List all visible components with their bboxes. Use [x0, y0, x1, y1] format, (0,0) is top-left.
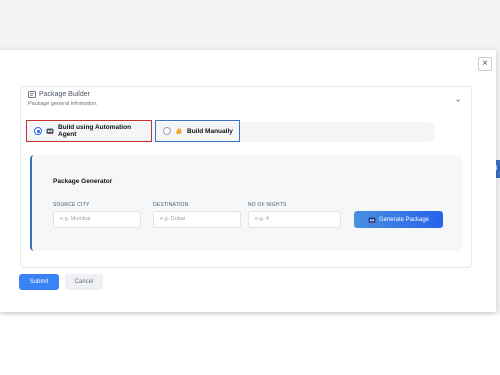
automation-label: Build using Automation Agent — [58, 124, 132, 138]
chevron-down-icon[interactable]: › — [454, 99, 463, 102]
document-icon — [28, 91, 36, 98]
manual-radio[interactable] — [163, 127, 171, 135]
build-automation-option[interactable]: Build using Automation Agent — [26, 120, 152, 142]
generate-package-label: Generate Package — [378, 216, 430, 223]
screen: N × Package Builder Package general info… — [0, 0, 500, 375]
package-builder-card: Package Builder Package general infomati… — [20, 86, 472, 268]
automation-radio[interactable] — [34, 127, 42, 135]
robot-icon — [46, 128, 54, 134]
source-city-input[interactable]: e.g. Mumbai — [53, 211, 141, 228]
builder-title: Package Builder — [39, 91, 90, 98]
manual-label: Build Manually — [187, 127, 233, 135]
hand-icon — [176, 128, 182, 134]
robot-icon — [368, 217, 376, 223]
cancel-button[interactable]: Cancel — [65, 274, 103, 290]
build-manual-option[interactable]: Build Manually — [155, 120, 240, 142]
card-header: Package Builder Package general infomati… — [28, 91, 98, 107]
close-button[interactable]: × — [478, 57, 492, 71]
nights-input[interactable]: e.g. 4 — [248, 211, 341, 228]
destination-label: DESTINATION — [153, 202, 189, 208]
submit-button[interactable]: Submit — [19, 274, 59, 290]
builder-subtitle: Package general infomation. — [28, 101, 98, 107]
destination-input[interactable]: e.g. Dubai — [153, 211, 241, 228]
generate-package-button[interactable]: Generate Package — [354, 211, 443, 228]
nights-label: NO OF NIGHTS — [248, 202, 287, 208]
card-title-row: Package Builder — [28, 91, 98, 98]
generator-title: Package Generator — [53, 178, 113, 185]
package-generator-panel: Package Generator SOURCE CITY e.g. Mumba… — [30, 155, 462, 251]
source-city-label: SOURCE CITY — [53, 202, 90, 208]
